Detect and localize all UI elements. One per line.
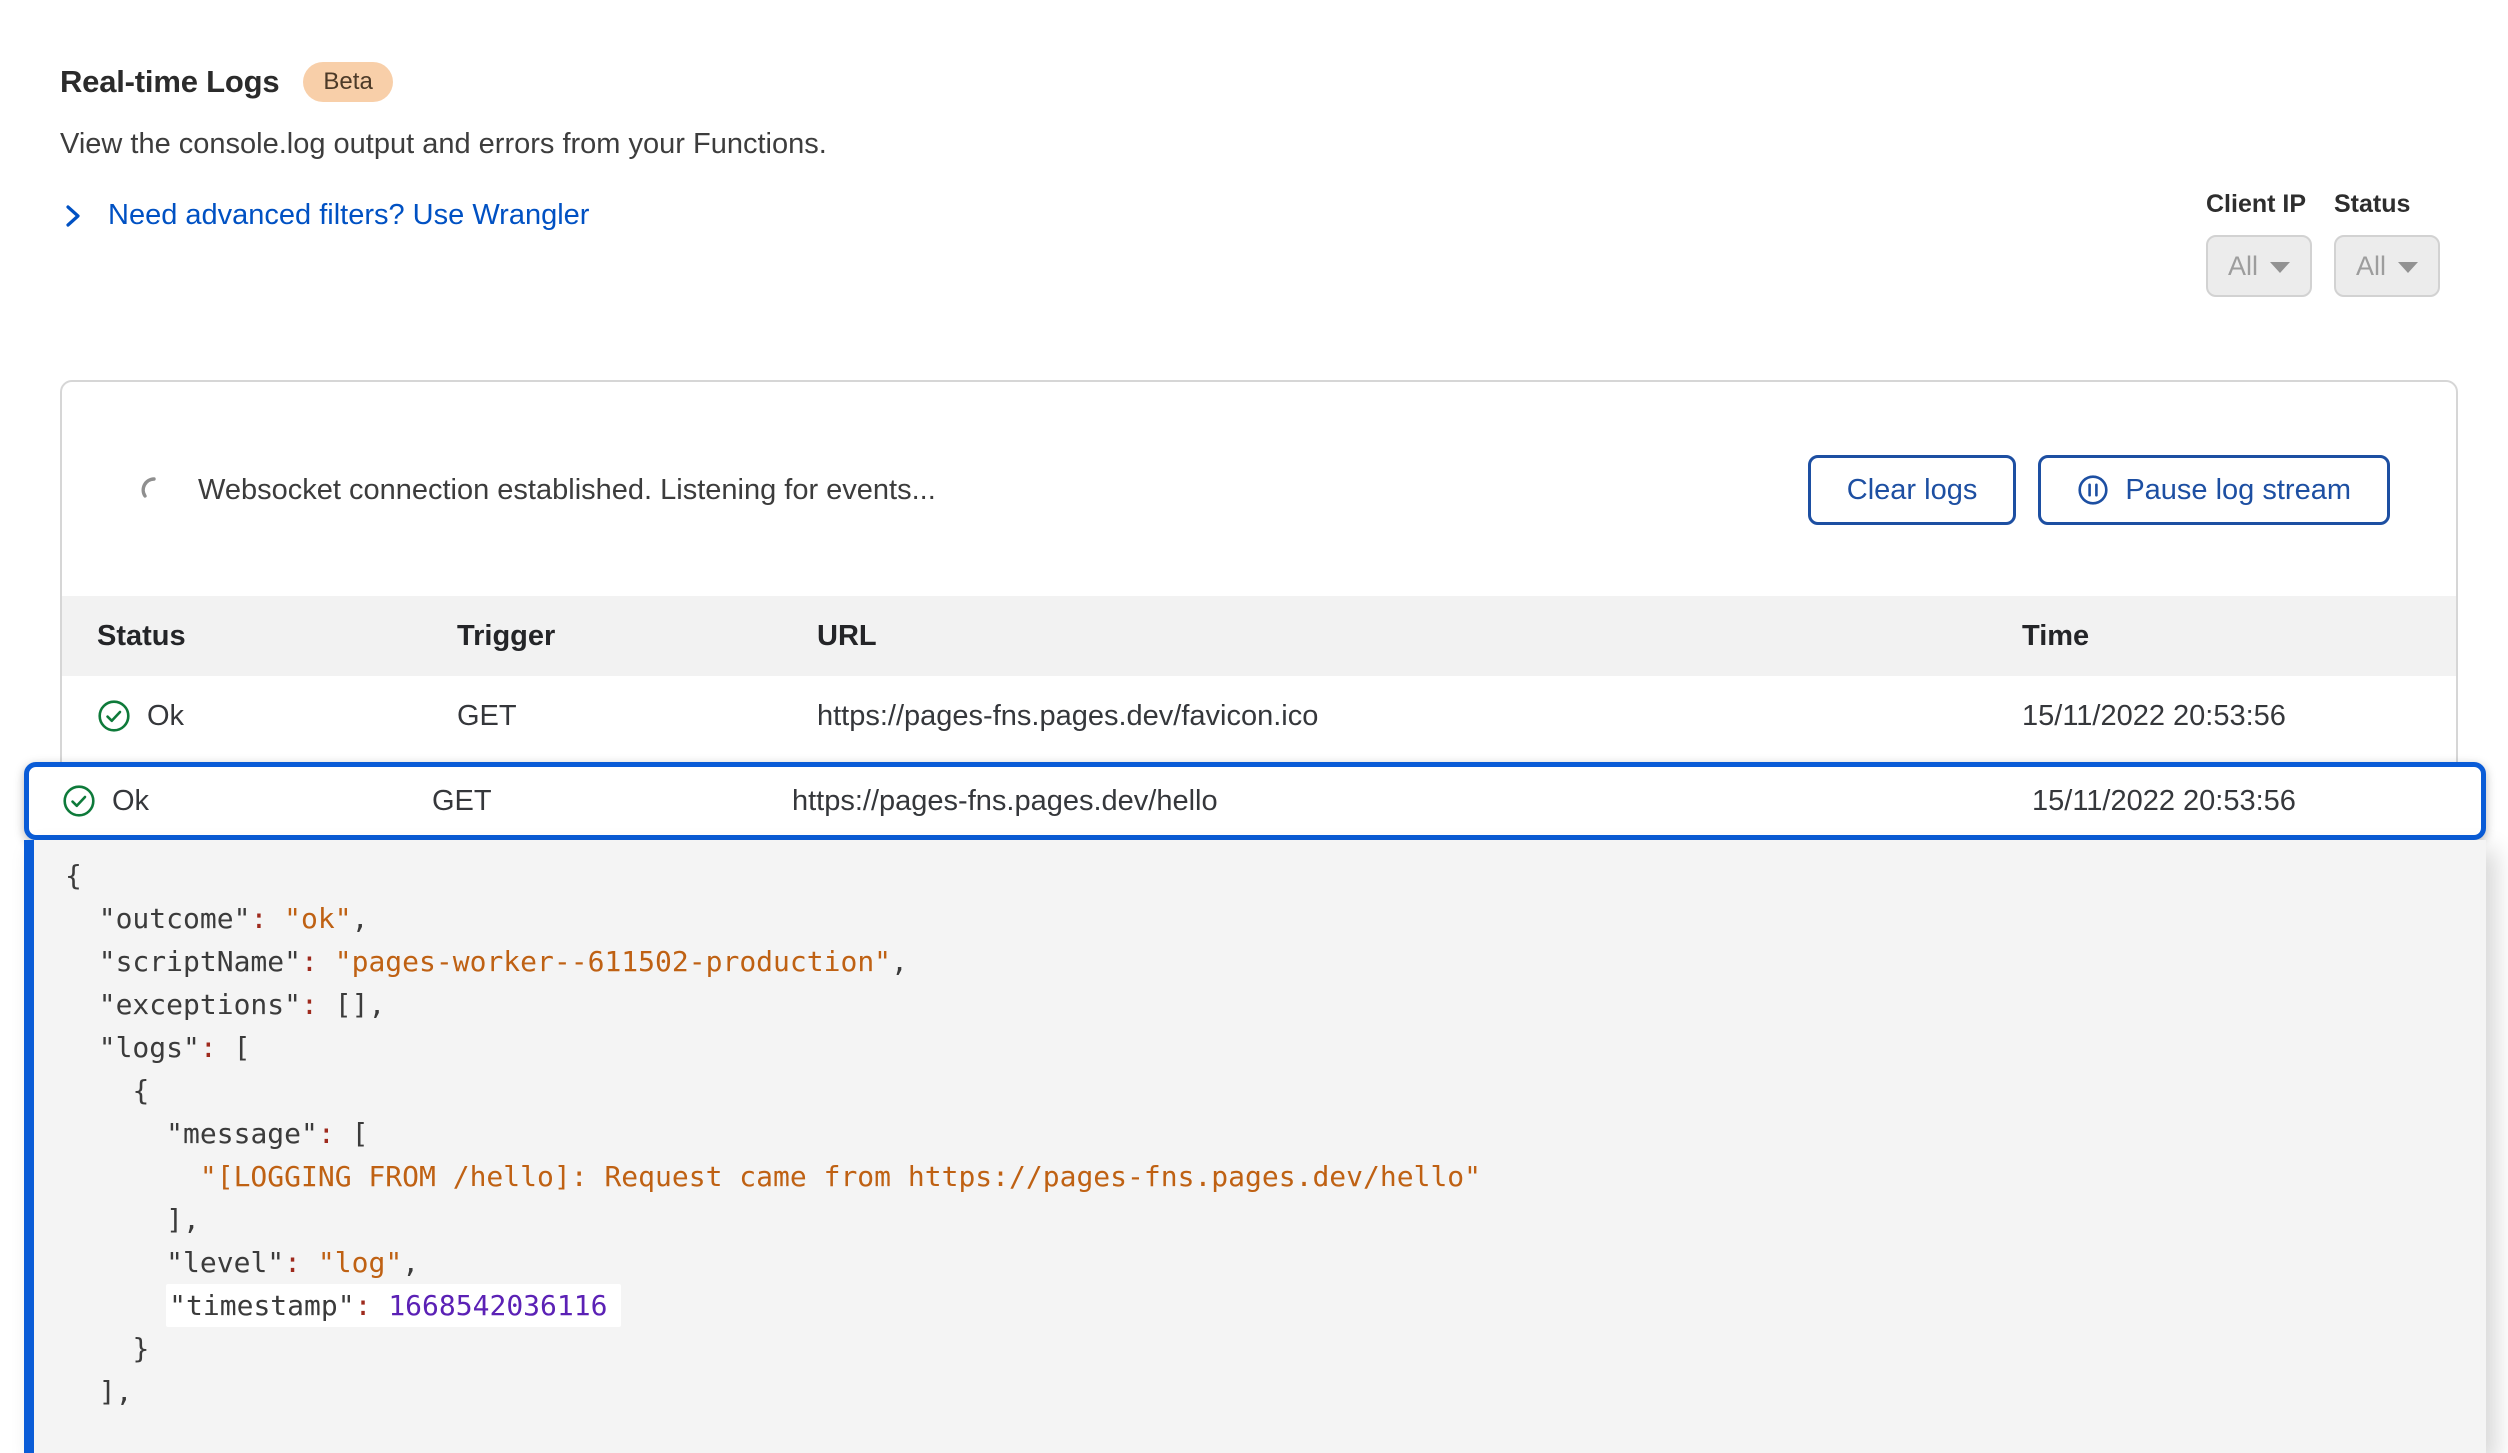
log-detail-panel: { "outcome": "ok", "scriptName": "pages-… — [24, 840, 2486, 1453]
status-value: Ok — [112, 785, 149, 818]
code-line: } — [65, 1327, 2446, 1370]
clear-logs-button[interactable]: Clear logs — [1808, 455, 2017, 525]
client-ip-filter: Client IP All — [2206, 190, 2312, 297]
trigger-cell: GET — [432, 785, 792, 818]
code-line: "outcome": "ok", — [65, 897, 2446, 940]
code-line: ], — [65, 1198, 2446, 1241]
caret-down-icon — [2398, 262, 2418, 273]
pause-log-stream-button[interactable]: Pause log stream — [2038, 455, 2390, 525]
code-line: "timestamp": 1668542036116 — [65, 1284, 2446, 1327]
time-cell: 15/11/2022 20:53:56 — [2022, 700, 2456, 733]
check-circle-icon — [62, 784, 96, 818]
column-header-time: Time — [2022, 620, 2456, 653]
log-row-selected[interactable]: Ok GET https://pages-fns.pages.dev/hello… — [24, 762, 2486, 840]
selected-log-entry: Ok GET https://pages-fns.pages.dev/hello… — [24, 762, 2486, 1453]
url-cell: https://pages-fns.pages.dev/favicon.ico — [817, 700, 2022, 733]
page-subtitle: View the console.log output and errors f… — [60, 128, 827, 161]
log-table-header: Status Trigger URL Time — [62, 596, 2456, 676]
status-dropdown-value: All — [2356, 251, 2386, 282]
column-header-status: Status — [97, 620, 457, 653]
websocket-status: Websocket connection established. Listen… — [198, 474, 936, 507]
client-ip-dropdown[interactable]: All — [2206, 235, 2312, 297]
client-ip-label: Client IP — [2206, 190, 2312, 219]
time-cell: 15/11/2022 20:53:56 — [2032, 785, 2481, 818]
client-ip-dropdown-value: All — [2228, 251, 2258, 282]
caret-down-icon — [2270, 262, 2290, 273]
status-filter: Status All — [2334, 190, 2440, 297]
code-line: { — [65, 1069, 2446, 1112]
pause-circle-icon — [2077, 474, 2109, 506]
status-value: Ok — [147, 700, 184, 733]
status-cell: Ok — [97, 699, 457, 733]
title-row: Real-time Logs Beta — [60, 62, 827, 102]
wrangler-link[interactable]: Need advanced filters? Use Wrangler — [60, 199, 589, 232]
check-circle-icon — [97, 699, 131, 733]
code-line: "[LOGGING FROM /hello]: Request came fro… — [65, 1155, 2446, 1198]
wrangler-link-label: Need advanced filters? Use Wrangler — [108, 199, 589, 232]
spinner-icon — [140, 476, 168, 504]
status-filter-label: Status — [2334, 190, 2440, 219]
status-cell: Ok — [62, 784, 432, 818]
code-line: "exceptions": [], — [65, 983, 2446, 1026]
log-row[interactable]: Ok GET https://pages-fns.pages.dev/favic… — [62, 676, 2456, 756]
code-line: ], — [65, 1370, 2446, 1413]
pause-log-stream-label: Pause log stream — [2125, 474, 2351, 507]
column-header-url: URL — [817, 620, 2022, 653]
beta-badge: Beta — [303, 62, 392, 102]
code-line: "scriptName": "pages-worker--611502-prod… — [65, 940, 2446, 983]
code-line: { — [65, 854, 2446, 897]
status-dropdown[interactable]: All — [2334, 235, 2440, 297]
url-cell: https://pages-fns.pages.dev/hello — [792, 785, 2032, 818]
trigger-cell: GET — [457, 700, 817, 733]
code-line: "level": "log", — [65, 1241, 2446, 1284]
column-header-trigger: Trigger — [457, 620, 817, 653]
log-filters: Client IP All Status All — [2206, 190, 2440, 297]
chevron-right-icon — [60, 201, 86, 231]
page-title: Real-time Logs — [60, 64, 279, 100]
code-line: "logs": [ — [65, 1026, 2446, 1069]
code-line: "message": [ — [65, 1112, 2446, 1155]
log-stream-toolbar: Websocket connection established. Listen… — [62, 455, 2456, 525]
page-header: Real-time Logs Beta View the console.log… — [60, 62, 827, 232]
clear-logs-label: Clear logs — [1847, 474, 1978, 507]
log-detail-code: { "outcome": "ok", "scriptName": "pages-… — [65, 854, 2446, 1413]
